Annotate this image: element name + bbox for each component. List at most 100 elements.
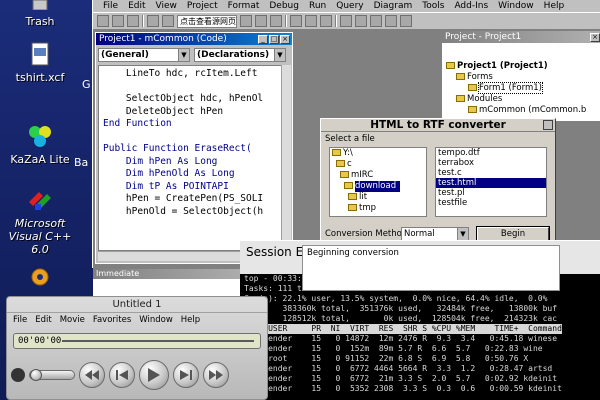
menu-window[interactable]: Window — [498, 0, 534, 12]
player-menu-window[interactable]: Window — [139, 313, 173, 327]
tree-item-mcommon[interactable]: mCommon (mCommon.b — [446, 105, 600, 116]
fast-forward-icon[interactable] — [203, 362, 229, 388]
tree-item-form1[interactable]: Form1 (Form1) — [446, 82, 600, 94]
toolbar-paste-button[interactable] — [270, 15, 282, 27]
volume-knob[interactable] — [30, 369, 42, 381]
player-menu-movie[interactable]: Movie — [60, 313, 85, 327]
menu-debug[interactable]: Debug — [269, 0, 299, 12]
dir-item[interactable]: Y:\ — [330, 148, 426, 159]
maximize-icon[interactable]: □ — [269, 34, 279, 44]
menu-edit[interactable]: Edit — [128, 0, 145, 12]
code-line[interactable]: LineTo hdc, rcItem.Left — [103, 68, 281, 81]
code-line[interactable]: SelectObject hdc, hPenOl — [103, 93, 281, 106]
project-window-titlebar[interactable]: Project - Project1 × — [442, 31, 600, 43]
desktop-icon-trash[interactable]: Trash — [0, 0, 80, 28]
terminal-output[interactable]: top - 00:33:31 Tasks: 111 tot Cpu(s): 22.1… — [240, 274, 600, 400]
toolbar-copy-button[interactable] — [255, 15, 267, 27]
menu-view[interactable]: View — [156, 0, 177, 12]
code-line[interactable]: Dim hPen As Long — [103, 156, 281, 169]
code-line[interactable]: hPenOld = SelectObject(h — [103, 206, 281, 219]
toolbar-add-project-button[interactable] — [97, 15, 109, 27]
desktop-icon-tshirt[interactable]: tshirt.xcf — [0, 42, 80, 84]
rewind-icon[interactable] — [79, 362, 105, 388]
conversion-method-select[interactable]: Normal ▼ — [401, 227, 469, 241]
toolbar-cut-button[interactable] — [240, 15, 252, 27]
toolbar-properties-button[interactable] — [355, 15, 367, 27]
file-item[interactable]: tempo.dtf — [436, 148, 546, 158]
toolbar-object-browser-button[interactable] — [385, 15, 397, 27]
player-menu-edit[interactable]: Edit — [35, 313, 51, 327]
code-line[interactable]: Dim tP As POINTAPI — [103, 181, 281, 194]
menu-tools[interactable]: Tools — [422, 0, 444, 12]
tree-item-project[interactable]: Project1 (Project1) — [446, 61, 600, 72]
code-line[interactable]: DeleteObject hPen — [103, 106, 281, 119]
code-line[interactable] — [103, 131, 281, 144]
menu-query[interactable]: Query — [336, 0, 363, 12]
dir-item[interactable]: mIRC — [330, 170, 426, 181]
file-item-selected[interactable]: test.html — [436, 178, 546, 188]
toolbar-save-button[interactable] — [162, 15, 174, 27]
file-item[interactable]: terrabox — [436, 158, 546, 168]
play-icon[interactable] — [139, 360, 169, 390]
toolbar-start-button[interactable] — [290, 15, 302, 27]
code-line[interactable]: Public Function EraseRect( — [103, 143, 281, 156]
tree-item-forms[interactable]: Forms — [446, 72, 600, 83]
code-line[interactable]: End Function — [103, 118, 281, 131]
immediate-window[interactable]: Immediate — [93, 268, 253, 298]
menu-diagram[interactable]: Diagram — [374, 0, 413, 12]
player-menu-file[interactable]: File — [13, 313, 27, 327]
toolbar-add-form-button[interactable] — [112, 15, 124, 27]
file-item[interactable]: testfile — [436, 198, 546, 208]
procedure-combo[interactable]: (Declarations) ▼ — [194, 48, 286, 62]
player-title[interactable]: Untitled 1 — [7, 297, 267, 313]
menu-file[interactable]: File — [103, 0, 118, 12]
file-list[interactable]: tempo.dtf terrabox test.c test.html test… — [435, 147, 547, 217]
tree-item-modules[interactable]: Modules — [446, 94, 600, 105]
close-icon[interactable]: × — [590, 32, 600, 42]
toolbar-form-layout-button[interactable] — [370, 15, 382, 27]
toolbar-menu-editor-button[interactable] — [127, 15, 139, 27]
toolbar-project-explorer-button[interactable] — [340, 15, 352, 27]
player-menu-favorites[interactable]: Favorites — [93, 313, 131, 327]
forward-icon[interactable] — [173, 362, 199, 388]
desktop-icon-kazaa[interactable]: KaZaA Lite — [0, 124, 80, 166]
code-line[interactable]: hPen = CreatePen(PS_SOLI — [103, 193, 281, 206]
close-icon[interactable] — [543, 120, 553, 130]
dir-item[interactable]: tmp — [330, 203, 426, 214]
menu-help[interactable]: Help — [544, 0, 565, 12]
desktop-icon-settings[interactable] — [0, 266, 80, 293]
code-editor[interactable]: LineTo hdc, rcItem.Left SelectObject hdc… — [98, 65, 282, 251]
menu-run[interactable]: Run — [309, 0, 326, 12]
code-line[interactable] — [103, 81, 281, 94]
toolbar-end-button[interactable] — [320, 15, 332, 27]
toolbar-break-button[interactable] — [305, 15, 317, 27]
object-combo[interactable]: (General) ▼ — [98, 48, 190, 62]
code-vertical-scrollbar[interactable] — [281, 65, 291, 251]
file-item[interactable]: test.pl — [436, 188, 546, 198]
player-menu-help[interactable]: Help — [181, 313, 200, 327]
dir-item[interactable]: lit — [330, 192, 426, 203]
toolbar-toolbox-button[interactable] — [400, 15, 412, 27]
chevron-down-icon[interactable]: ▼ — [178, 49, 189, 61]
chevron-down-icon[interactable]: ▼ — [274, 49, 285, 61]
menu-add-ins[interactable]: Add-Ins — [454, 0, 488, 12]
code-window-titlebar[interactable]: Project1 - mCommon (Code) _ □ × — [96, 33, 292, 45]
desktop-icon-visual-cpp[interactable]: Microsoft Visual C++ 6.0 — [0, 190, 80, 256]
volume-slider[interactable] — [29, 369, 75, 381]
begin-button[interactable]: Begin — [476, 226, 550, 242]
menu-format[interactable]: Format — [228, 0, 260, 12]
code-line[interactable]: Dim hPenOld As Long — [103, 168, 281, 181]
dir-item[interactable]: c — [330, 159, 426, 170]
scrub-track[interactable] — [62, 340, 254, 342]
converter-titlebar[interactable]: HTML to RTF converter — [321, 119, 555, 132]
directory-list[interactable]: Y:\ c mIRC download lit tmp — [329, 147, 427, 217]
back-icon[interactable] — [109, 362, 135, 388]
close-icon[interactable]: × — [280, 34, 290, 44]
menu-project[interactable]: Project — [187, 0, 218, 12]
immediate-window-titlebar[interactable]: Immediate — [93, 269, 253, 279]
toolbar-url-input[interactable]: 点击查看源网页 — [177, 14, 237, 28]
toolbar-open-button[interactable] — [147, 15, 159, 27]
chevron-down-icon[interactable]: ▼ — [457, 228, 468, 240]
dir-item-selected[interactable]: download — [330, 181, 426, 192]
file-item[interactable]: test.c — [436, 168, 546, 178]
